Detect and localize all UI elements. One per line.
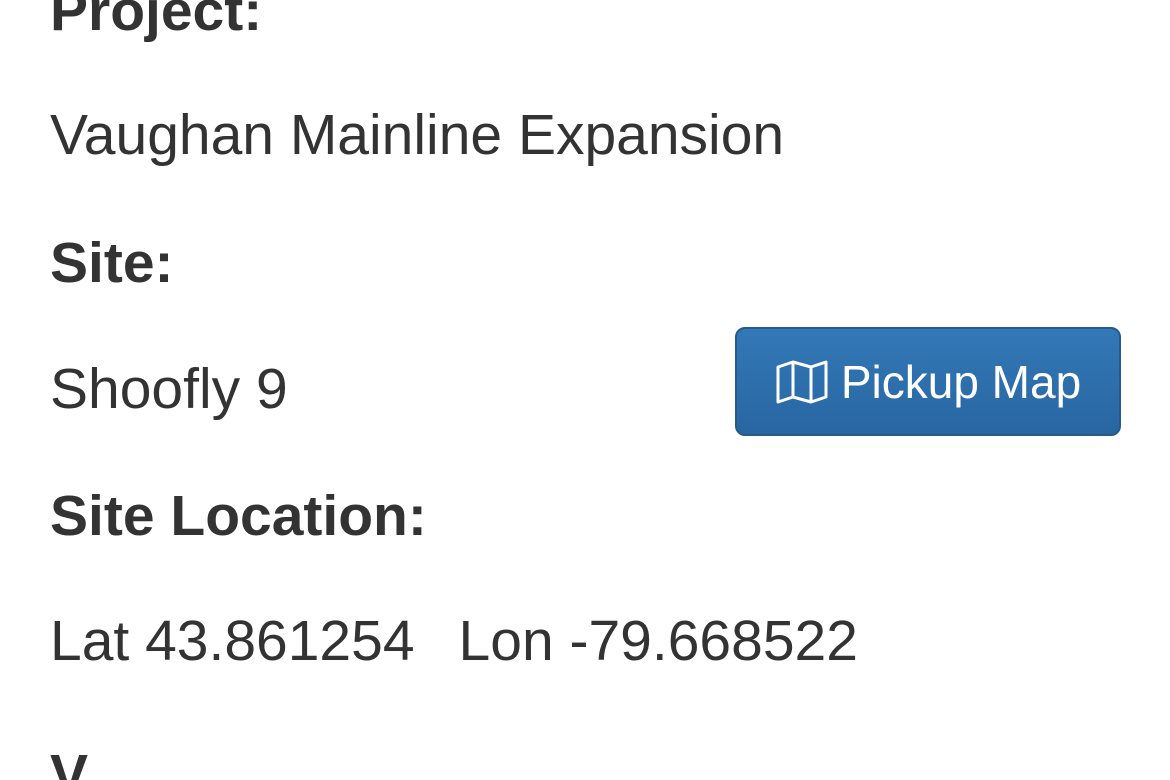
pickup-map-button[interactable]: Pickup Map <box>735 327 1121 436</box>
project-value: Vaughan Mainline Expansion <box>50 103 785 167</box>
lat-value: 43.861254 <box>145 609 415 673</box>
lon-label: Lon <box>458 609 554 673</box>
map-icon <box>775 359 829 405</box>
site-value: Shoofly 9 <box>50 357 288 421</box>
site-coordinates: Lat 43.861254 Lon -79.668522 <box>50 608 858 674</box>
lat-label: Lat <box>50 609 130 673</box>
site-label: Site: <box>50 231 174 295</box>
next-section-label: V <box>50 743 89 780</box>
project-label: Project: <box>50 0 263 43</box>
pickup-map-label: Pickup Map <box>840 355 1082 408</box>
site-location-label: Site Location: <box>50 484 427 548</box>
lon-value: -79.668522 <box>569 609 858 673</box>
